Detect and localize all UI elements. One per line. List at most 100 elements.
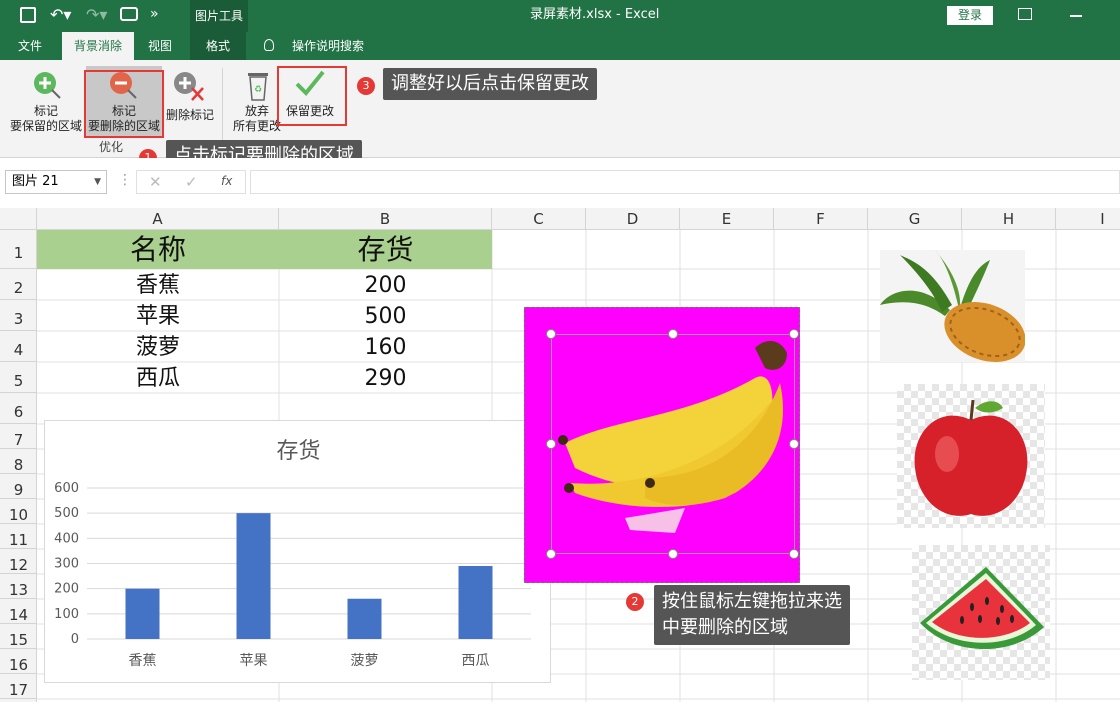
column-header[interactable]: C [492,208,586,230]
resize-handle[interactable] [668,549,678,559]
cancel-icon[interactable]: ✕ [149,173,162,191]
select-all-corner[interactable] [0,208,37,230]
row-header[interactable]: 7 [0,424,37,449]
callout-3: 调整好以后点击保留更改 [383,68,597,100]
highlight-keep-changes [277,66,347,126]
row-header[interactable]: 2 [0,269,37,300]
row-header[interactable]: 4 [0,331,37,362]
row-headers: 1 2 3 4 5 6 7 8 9 10 11 12 13 14 15 16 17 [0,230,37,702]
delete-mark-label: 删除标记 [165,108,214,122]
watermelon-image [920,567,1044,650]
row-header[interactable]: 17 [0,674,37,699]
pineapple-picture[interactable] [880,250,1026,362]
column-header[interactable]: I [1056,208,1120,230]
resize-handle[interactable] [546,439,556,449]
resize-handle[interactable] [789,549,799,559]
row-header[interactable]: 1 [0,230,37,269]
x-tick-label: 西瓜 [462,653,490,669]
tell-me-search[interactable]: 操作说明搜索 [284,32,372,60]
formula-bar: 图片 21 ▼ ⋮ ✕ ✓ fx [0,158,1120,208]
cell-stock[interactable]: 200 [279,269,492,300]
y-tick-label: 500 [54,506,79,521]
more-icon[interactable]: » [150,6,159,22]
column-header[interactable]: B [279,208,492,230]
row-header[interactable]: 6 [0,393,37,424]
delete-mark-button[interactable]: 删除标记 [164,66,216,138]
chart-bar[interactable] [236,513,271,639]
tab-file[interactable]: 文件 [10,32,50,60]
window-title: 录屏素材.xlsx - Excel [530,0,659,30]
mark-keep-label-1: 标记 [33,104,58,118]
row-header[interactable]: 3 [0,300,37,331]
ribbon-display-icon[interactable] [1018,8,1032,20]
row-header[interactable]: 12 [0,549,37,574]
row-header[interactable]: 15 [0,624,37,649]
column-header[interactable]: H [962,208,1056,230]
cell-stock[interactable]: 290 [279,362,492,393]
delete-mark-icon [174,72,204,101]
login-button[interactable]: 登录 [947,6,993,25]
chart-bar[interactable] [125,588,160,639]
group-optimize-label: 优化 [98,140,123,154]
camera-icon[interactable] [120,7,138,21]
cell-name[interactable]: 菠萝 [37,331,279,362]
callout-2: 按住鼠标左键拖拉来选 中要删除的区域 [654,585,850,645]
tab-background-removal[interactable]: 背景消除 [62,32,134,60]
cell-name[interactable]: 香蕉 [37,269,279,300]
chart-bar[interactable] [458,566,493,639]
name-box[interactable]: 图片 21 ▼ [5,170,107,194]
tab-view[interactable]: 视图 [138,32,182,60]
chart-plot: 0 100 200 300 400 500 600 香蕉 苹果 菠萝 西瓜 [54,481,531,669]
row-header[interactable]: 9 [0,474,37,499]
y-tick-label: 300 [54,557,79,572]
undo-icon[interactable]: ↶▾ [50,5,71,24]
row-header[interactable]: 5 [0,362,37,393]
tab-format[interactable]: 格式 [190,32,246,60]
lightbulb-icon [264,39,274,51]
cell-stock[interactable]: 160 [279,331,492,362]
row-header[interactable]: 8 [0,449,37,474]
resize-handle[interactable] [789,329,799,339]
row-header[interactable]: 11 [0,524,37,549]
header-cell-name[interactable]: 名称 [37,230,279,269]
column-header[interactable]: E [680,208,774,230]
column-header[interactable]: D [586,208,680,230]
chart-bar[interactable] [347,598,382,639]
column-header[interactable]: F [774,208,868,230]
row-header[interactable]: 14 [0,599,37,624]
redo-icon[interactable]: ↷▾ [86,5,107,24]
column-header[interactable]: G [868,208,962,230]
highlight-mark-delete [84,70,164,138]
chevron-down-icon[interactable]: ▼ [94,171,101,193]
header-cell-stock[interactable]: 存货 [279,230,492,269]
x-tick-label: 菠萝 [351,653,379,669]
formula-input[interactable] [250,170,1120,194]
plus-circle-icon [34,72,61,99]
row-header[interactable]: 16 [0,649,37,674]
save-icon[interactable] [20,7,36,23]
apple-picture[interactable] [897,384,1045,528]
resize-handle[interactable] [546,549,556,559]
column-header[interactable]: A [37,208,279,230]
mark-keep-button[interactable]: 标记 要保留的区域 [8,66,84,138]
cell-name[interactable]: 西瓜 [37,362,279,393]
enter-icon[interactable]: ✓ [185,173,198,191]
cell-stock[interactable]: 500 [279,300,492,331]
selection-frame [551,334,795,554]
y-tick-label: 200 [54,582,79,597]
function-icon[interactable]: fx [221,174,232,188]
callout-2-line-2: 中要删除的区域 [662,617,788,638]
name-box-value: 图片 21 [12,174,59,189]
row-header[interactable]: 13 [0,574,37,599]
banana-picture[interactable] [524,307,800,583]
resize-handle[interactable] [546,329,556,339]
formula-buttons: ✕ ✓ fx [136,170,246,194]
pineapple-image [880,250,1026,362]
resize-handle[interactable] [668,329,678,339]
row-header[interactable]: 10 [0,499,37,524]
watermelon-picture[interactable] [912,545,1050,680]
stock-chart[interactable]: 存货 0 100 200 300 400 500 600 香蕉 苹果 菠萝 西瓜 [44,420,551,683]
minimize-icon[interactable] [1070,15,1082,17]
resize-handle[interactable] [789,439,799,449]
cell-name[interactable]: 苹果 [37,300,279,331]
